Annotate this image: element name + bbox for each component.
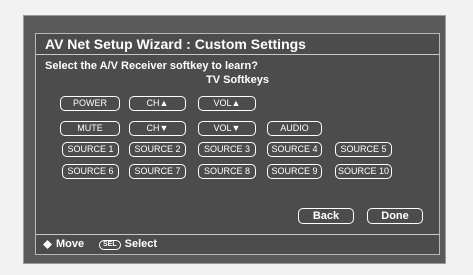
- volume-up-key[interactable]: VOL▲: [198, 96, 256, 111]
- audio-key[interactable]: AUDIO: [267, 121, 322, 136]
- move-label: Move: [56, 238, 85, 250]
- source-6-key[interactable]: SOURCE 6: [62, 164, 119, 179]
- source-4-key[interactable]: SOURCE 4: [267, 142, 322, 157]
- sel-button-icon: SEL: [99, 239, 121, 250]
- source-2-key[interactable]: SOURCE 2: [129, 142, 186, 157]
- source-8-key[interactable]: SOURCE 8: [198, 164, 256, 179]
- footer-bar: Move SEL Select: [36, 234, 439, 254]
- source-5-key[interactable]: SOURCE 5: [335, 142, 392, 157]
- volume-down-key[interactable]: VOL▼: [198, 121, 256, 136]
- source-9-key[interactable]: SOURCE 9: [267, 164, 322, 179]
- softkeys-subtitle: TV Softkeys: [206, 74, 269, 86]
- back-button[interactable]: Back: [298, 208, 354, 224]
- four-way-arrow-icon: [43, 240, 52, 249]
- wizard-title: AV Net Setup Wizard : Custom Settings: [36, 34, 439, 55]
- source-10-key[interactable]: SOURCE 10: [335, 164, 392, 179]
- select-hint: SEL Select: [99, 235, 157, 254]
- mute-key[interactable]: MUTE: [60, 121, 120, 136]
- done-button[interactable]: Done: [367, 208, 423, 224]
- channel-up-key[interactable]: CH▲: [129, 96, 186, 111]
- wizard-panel: AV Net Setup Wizard : Custom Settings Se…: [35, 33, 440, 255]
- source-7-key[interactable]: SOURCE 7: [129, 164, 186, 179]
- power-key[interactable]: POWER: [60, 96, 120, 111]
- move-hint: Move: [43, 235, 84, 254]
- source-3-key[interactable]: SOURCE 3: [198, 142, 256, 157]
- select-label: Select: [124, 238, 158, 250]
- source-1-key[interactable]: SOURCE 1: [62, 142, 119, 157]
- channel-down-key[interactable]: CH▼: [129, 121, 186, 136]
- instruction-text: Select the A/V Receiver softkey to learn…: [45, 60, 258, 72]
